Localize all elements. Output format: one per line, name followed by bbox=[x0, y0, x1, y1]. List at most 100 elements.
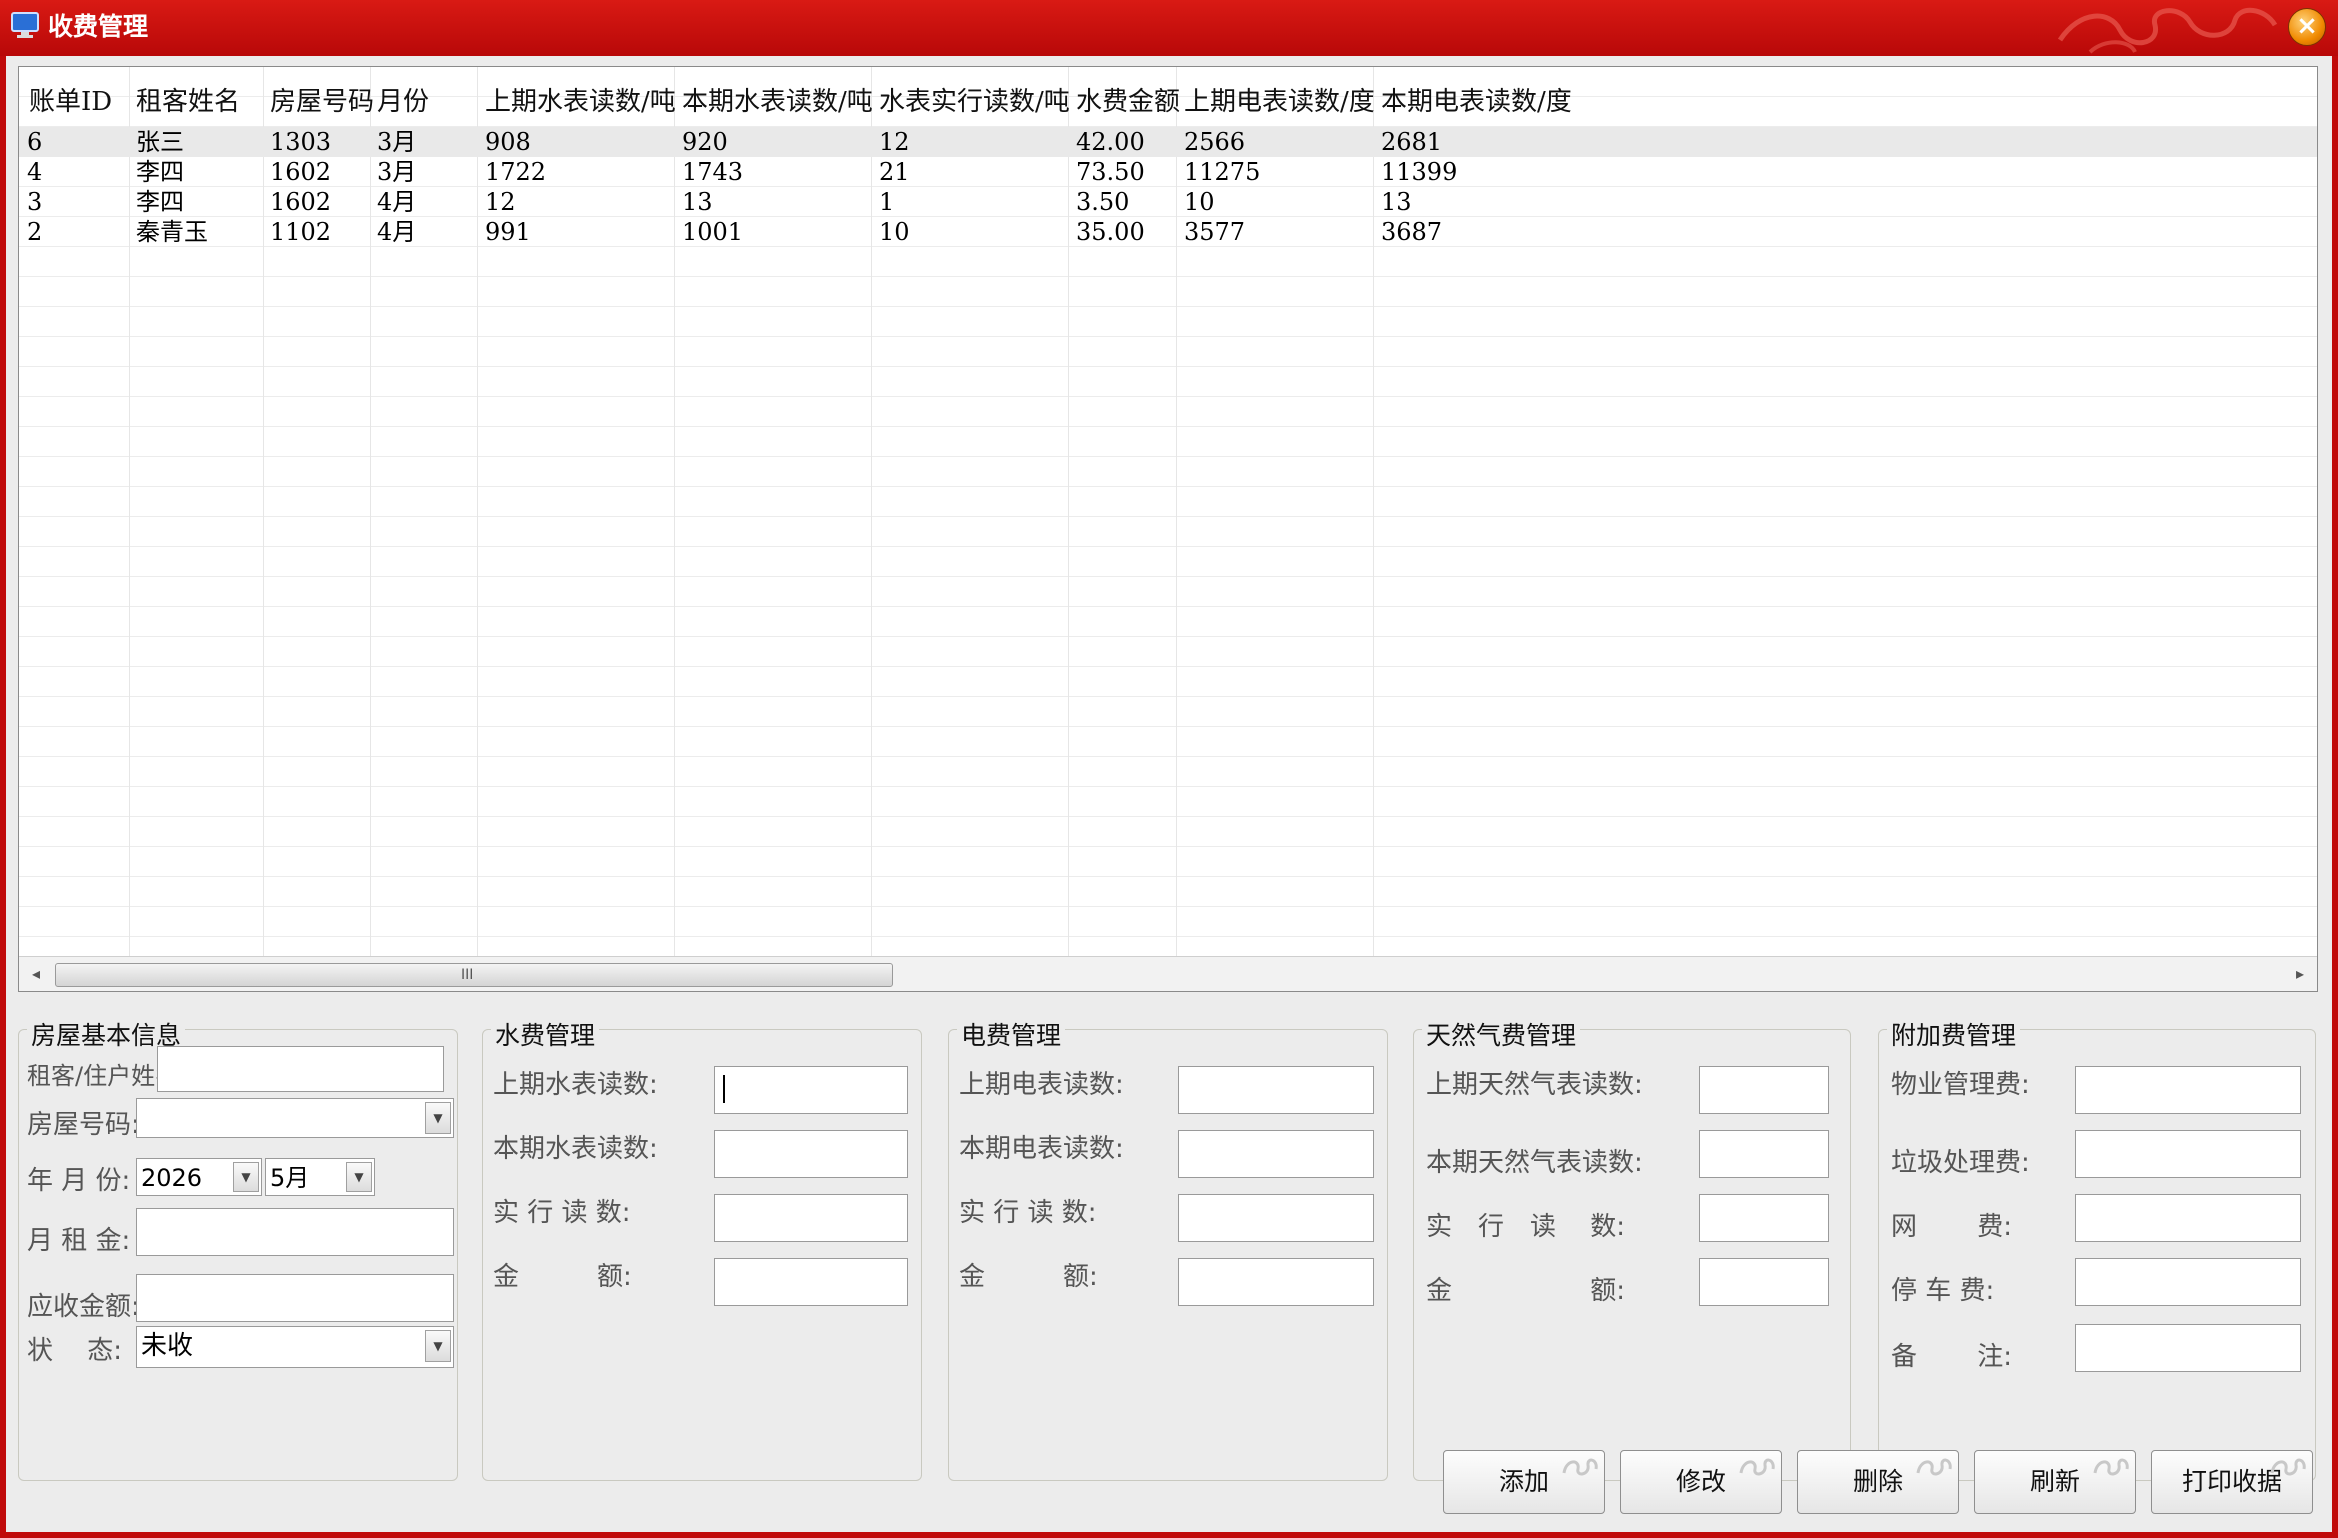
column-header-cur-elec[interactable]: 本期电表读数/度 bbox=[1381, 81, 1572, 118]
cell-cur-water: 13 bbox=[682, 188, 713, 216]
note-input[interactable] bbox=[2075, 1324, 2301, 1372]
table-row[interactable]: 6 张三 1303 3月 908 920 12 42.00 2566 2681 bbox=[19, 127, 2317, 157]
horizontal-scrollbar[interactable]: ◂ III ▸ bbox=[19, 956, 2317, 991]
water-fee-title: 水费管理 bbox=[491, 1016, 600, 1052]
prev-gas-label: 上期天然气表读数: bbox=[1426, 1070, 1643, 1100]
cell-tenant: 李四 bbox=[136, 188, 184, 216]
chevron-down-icon[interactable]: ▼ bbox=[233, 1162, 259, 1192]
month-select[interactable]: 5月 ▼ bbox=[265, 1158, 375, 1196]
cell-month: 3月 bbox=[377, 128, 417, 156]
elec-actual-label: 实 行 读 数: bbox=[959, 1198, 1097, 1228]
gas-amount-input[interactable] bbox=[1699, 1258, 1829, 1306]
column-header-water-fee[interactable]: 水费金额 bbox=[1076, 81, 1180, 118]
cell-month: 4月 bbox=[377, 218, 417, 246]
cell-prev-elec: 2566 bbox=[1184, 128, 1246, 156]
prev-gas-input[interactable] bbox=[1699, 1066, 1829, 1114]
table-row[interactable]: 2 秦青玉 1102 4月 991 1001 10 35.00 3577 368… bbox=[19, 217, 2317, 247]
delete-button[interactable]: 删除 bbox=[1797, 1450, 1959, 1514]
chevron-down-icon[interactable]: ▼ bbox=[425, 1330, 451, 1362]
cell-water-actual: 10 bbox=[879, 218, 910, 246]
cur-gas-input[interactable] bbox=[1699, 1130, 1829, 1178]
column-header-bill-id[interactable]: 账单ID bbox=[29, 81, 112, 118]
refresh-button-label: 刷新 bbox=[2029, 1467, 2080, 1496]
year-month-label: 年 月 份: bbox=[27, 1166, 131, 1196]
year-select[interactable]: 2026 ▼ bbox=[136, 1158, 262, 1196]
window-title: 收费管理 bbox=[48, 12, 149, 41]
column-header-prev-water[interactable]: 上期水表读数/吨 bbox=[485, 81, 676, 118]
rent-label: 月 租 金: bbox=[27, 1226, 131, 1256]
cloud-ornament-icon bbox=[1739, 1458, 1775, 1476]
prev-elec-input[interactable] bbox=[1178, 1066, 1374, 1114]
gas-actual-label: 实 行 读 数: bbox=[1426, 1212, 1626, 1242]
water-amount-label: 金 额: bbox=[493, 1262, 632, 1292]
column-header-prev-elec[interactable]: 上期电表读数/度 bbox=[1184, 81, 1375, 118]
cell-cur-elec: 11399 bbox=[1381, 158, 1458, 186]
cloud-ornament-icon bbox=[2093, 1458, 2129, 1476]
gas-actual-input[interactable] bbox=[1699, 1194, 1829, 1242]
gas-fee-title: 天然气费管理 bbox=[1422, 1016, 1581, 1052]
room-number-select[interactable]: ▼ bbox=[136, 1098, 454, 1138]
room-label: 房屋号码: bbox=[27, 1110, 140, 1140]
scroll-left-arrow-icon[interactable]: ◂ bbox=[19, 957, 53, 991]
cur-gas-label: 本期天然气表读数: bbox=[1426, 1148, 1643, 1178]
cur-elec-label: 本期电表读数: bbox=[959, 1134, 1124, 1164]
amount-due-input[interactable] bbox=[136, 1274, 454, 1322]
cell-tenant: 李四 bbox=[136, 158, 184, 186]
monthly-rent-input[interactable] bbox=[136, 1208, 454, 1256]
close-button[interactable]: × bbox=[2288, 8, 2326, 46]
internet-fee-input[interactable] bbox=[2075, 1194, 2301, 1242]
app-window: 收费管理 × 账单ID 租客姓名 房屋号码 月份 上期水表读数/吨 本期水表读数… bbox=[0, 0, 2338, 1538]
print-receipt-button[interactable]: 打印收据 bbox=[2151, 1450, 2313, 1514]
delete-button-label: 删除 bbox=[1852, 1467, 1903, 1496]
cell-water-fee: 42.00 bbox=[1076, 128, 1145, 156]
column-header-tenant[interactable]: 租客姓名 bbox=[136, 81, 240, 118]
add-button[interactable]: 添加 bbox=[1443, 1450, 1605, 1514]
column-header-room[interactable]: 房屋号码 bbox=[270, 81, 374, 118]
property-fee-input[interactable] bbox=[2075, 1066, 2301, 1114]
column-header-water-actual[interactable]: 水表实行读数/吨 bbox=[879, 81, 1070, 118]
status-select[interactable]: 未收 ▼ bbox=[136, 1326, 454, 1368]
chevron-down-icon[interactable]: ▼ bbox=[346, 1162, 372, 1192]
extra-fee-title: 附加费管理 bbox=[1887, 1016, 2021, 1052]
bill-table[interactable]: 账单ID 租客姓名 房屋号码 月份 上期水表读数/吨 本期水表读数/吨 水表实行… bbox=[18, 66, 2318, 992]
elec-actual-input[interactable] bbox=[1178, 1194, 1374, 1242]
water-amount-input[interactable] bbox=[714, 1258, 908, 1306]
cell-bill-id: 2 bbox=[27, 218, 43, 246]
cur-elec-input[interactable] bbox=[1178, 1130, 1374, 1178]
garbage-fee-input[interactable] bbox=[2075, 1130, 2301, 1178]
tenant-name-input[interactable] bbox=[157, 1046, 444, 1092]
parking-fee-input[interactable] bbox=[2075, 1258, 2301, 1306]
prev-water-input[interactable] bbox=[714, 1066, 908, 1114]
scroll-right-arrow-icon[interactable]: ▸ bbox=[2283, 957, 2317, 991]
elec-amount-label: 金 额: bbox=[959, 1262, 1098, 1292]
client-area: 账单ID 租客姓名 房屋号码 月份 上期水表读数/吨 本期水表读数/吨 水表实行… bbox=[6, 56, 2332, 1532]
cell-cur-water: 1001 bbox=[682, 218, 744, 246]
water-actual-label: 实 行 读 数: bbox=[493, 1198, 631, 1228]
table-row[interactable]: 4 李四 1602 3月 1722 1743 21 73.50 11275 11… bbox=[19, 157, 2317, 187]
gas-fee-group: 天然气费管理 上期天然气表读数: 本期天然气表读数: 实 行 读 数: 金 额: bbox=[1413, 1016, 1851, 1481]
title-bar[interactable]: 收费管理 × bbox=[0, 0, 2338, 56]
table-row[interactable]: 3 李四 1602 4月 12 13 1 3.50 10 13 bbox=[19, 187, 2317, 217]
cell-water-actual: 1 bbox=[879, 188, 895, 216]
cell-cur-water: 1743 bbox=[682, 158, 744, 186]
cell-month: 3月 bbox=[377, 158, 417, 186]
edit-button[interactable]: 修改 bbox=[1620, 1450, 1782, 1514]
gas-amount-label: 金 额: bbox=[1426, 1276, 1626, 1306]
column-header-month[interactable]: 月份 bbox=[377, 81, 429, 118]
chevron-down-icon[interactable]: ▼ bbox=[425, 1102, 451, 1134]
column-header-cur-water[interactable]: 本期水表读数/吨 bbox=[682, 81, 873, 118]
note-label: 备 注: bbox=[1891, 1342, 2013, 1372]
cell-prev-elec: 11275 bbox=[1184, 158, 1261, 186]
scrollbar-thumb[interactable]: III bbox=[55, 963, 893, 987]
cur-water-label: 本期水表读数: bbox=[493, 1134, 658, 1164]
elec-amount-input[interactable] bbox=[1178, 1258, 1374, 1306]
month-value: 5月 bbox=[270, 1164, 310, 1192]
cur-water-input[interactable] bbox=[714, 1130, 908, 1178]
electric-fee-group: 电费管理 上期电表读数: 本期电表读数: 实 行 读 数: 金 额: bbox=[948, 1016, 1388, 1481]
cell-water-actual: 12 bbox=[879, 128, 910, 156]
water-actual-input[interactable] bbox=[714, 1194, 908, 1242]
refresh-button[interactable]: 刷新 bbox=[1974, 1450, 2136, 1514]
cell-bill-id: 6 bbox=[27, 128, 43, 156]
cloud-ornament-icon bbox=[2270, 1458, 2306, 1476]
monitor-icon bbox=[11, 12, 39, 38]
